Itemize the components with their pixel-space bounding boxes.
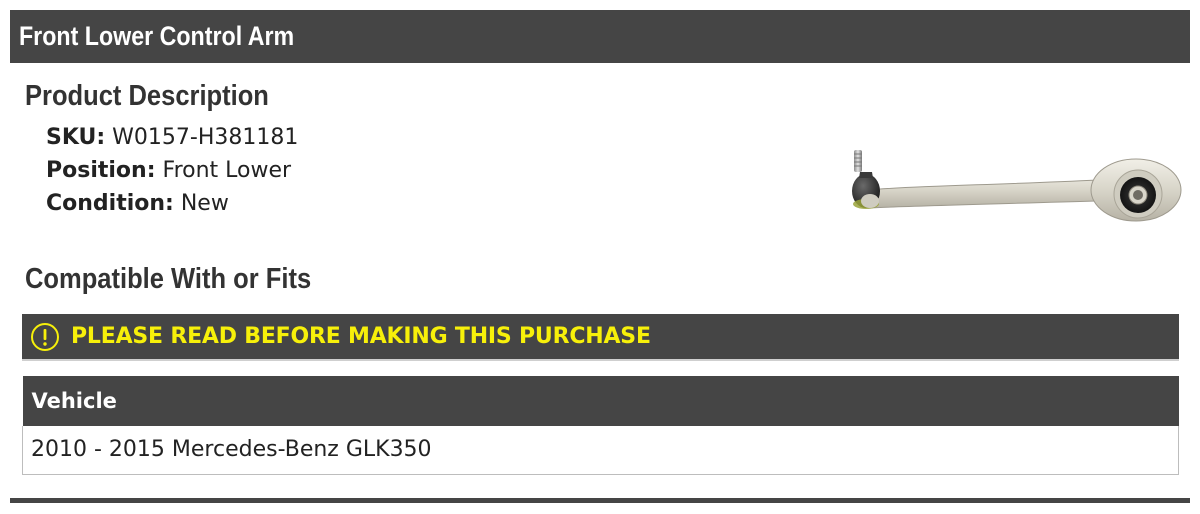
spec-label: Condition: — [46, 191, 174, 216]
compatibility-heading: Compatible With or Fits — [25, 263, 312, 295]
table-row: 2010 - 2015 Mercedes-Benz GLK350 — [22, 426, 1179, 475]
vehicle-fitment-table: Vehicle 2010 - 2015 Mercedes-Benz GLK350 — [22, 376, 1179, 475]
title-bar: Front Lower Control Arm — [10, 10, 1190, 63]
product-description-heading: Product Description — [25, 80, 269, 112]
spec-row-condition: Condition: New — [46, 187, 298, 220]
table-header-row: Vehicle — [22, 376, 1179, 426]
vehicle-cell: 2010 - 2015 Mercedes-Benz GLK350 — [22, 426, 1179, 475]
exclamation-circle-icon — [31, 322, 59, 351]
bottom-divider — [10, 498, 1190, 503]
warning-text: PLEASE READ BEFORE MAKING THIS PURCHASE — [71, 324, 651, 349]
spec-row-position: Position: Front Lower — [46, 154, 298, 187]
spec-value: W0157-H381181 — [112, 125, 299, 150]
spec-label: Position: — [46, 158, 156, 183]
purchase-warning-banner[interactable]: PLEASE READ BEFORE MAKING THIS PURCHASE — [22, 314, 1179, 361]
spec-value: New — [180, 191, 229, 216]
control-arm-part-image — [852, 150, 1182, 222]
spec-row-sku: SKU: W0157-H381181 — [46, 121, 298, 154]
spec-label: SKU: — [46, 125, 106, 150]
spec-list: SKU: W0157-H381181 Position: Front Lower… — [46, 121, 298, 220]
page-title: Front Lower Control Arm — [19, 21, 295, 51]
vehicle-column-header: Vehicle — [22, 376, 1179, 426]
spec-value: Front Lower — [162, 158, 292, 183]
